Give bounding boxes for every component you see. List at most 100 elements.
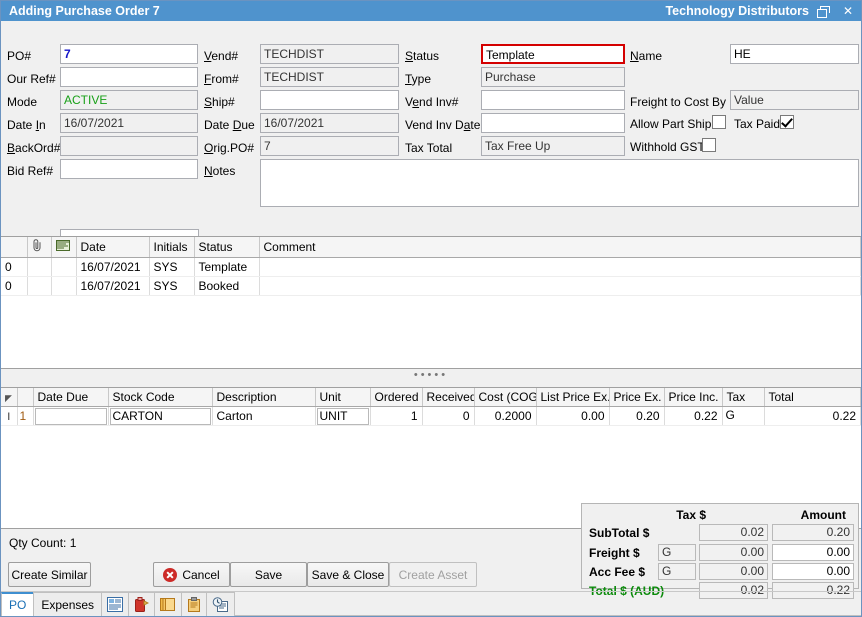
notes-textarea[interactable] — [260, 159, 859, 207]
save-and-close-button[interactable]: Save & Close — [307, 562, 389, 587]
bid-ref-label: Bid Ref# — [7, 164, 53, 178]
acc-fee-tax-value[interactable]: 0.00 — [699, 563, 768, 580]
history-col-date[interactable]: Date — [76, 237, 149, 258]
tax-total-label: Tax Total — [405, 141, 452, 155]
item-description-cell[interactable]: Carton — [212, 407, 315, 426]
history-attach[interactable] — [27, 277, 51, 296]
tax-paid-checkbox[interactable] — [780, 115, 794, 129]
items-col-list-price-ex[interactable]: List Price Ex. — [536, 388, 609, 407]
history-col-rownum[interactable] — [1, 237, 27, 258]
history-note[interactable] — [51, 258, 76, 277]
items-col-price-inc[interactable]: Price Inc. — [664, 388, 722, 407]
tab-expenses[interactable]: Expenses — [33, 592, 102, 616]
po-number-input[interactable]: 7 — [60, 44, 198, 64]
history-comment — [259, 277, 861, 296]
withhold-gst-checkbox[interactable] — [702, 138, 716, 152]
grid-splitter[interactable]: ••••• — [1, 369, 861, 381]
items-col-unit[interactable]: Unit — [315, 388, 370, 407]
freight-amount-value[interactable]: 0.00 — [772, 544, 854, 561]
item-ordered-cell[interactable]: 1 — [370, 407, 422, 426]
tab-history-clock[interactable] — [206, 592, 235, 616]
item-price-ex-cell[interactable]: 0.20 — [609, 407, 664, 426]
acc-fee-tax-code-combo[interactable]: G — [658, 563, 696, 580]
allow-part-ship-label: Allow Part Ship — [630, 117, 711, 131]
tax-total-combo[interactable]: Tax Free Up — [481, 136, 625, 156]
sort-corner-icon: ◤ — [5, 393, 12, 403]
freight-tax-value[interactable]: 0.00 — [699, 544, 768, 561]
vend-inv-input[interactable] — [481, 90, 625, 110]
type-combo[interactable]: Purchase — [481, 67, 625, 87]
tab-copy-stack[interactable] — [154, 592, 182, 616]
items-col-rownum[interactable] — [17, 388, 33, 407]
vend-input[interactable]: TECHDIST — [260, 44, 399, 64]
table-row[interactable]: 0 16/07/2021 SYS Booked — [1, 277, 861, 296]
items-col-price-ex[interactable]: Price Ex. — [609, 388, 664, 407]
vend-inv-date-combo[interactable] — [481, 113, 625, 133]
freight-to-cost-by-combo[interactable]: Value — [730, 90, 859, 110]
history-col-status[interactable]: Status — [194, 237, 259, 258]
history-col-comment[interactable]: Comment — [259, 237, 861, 258]
date-due-combo[interactable]: 16/07/2021 — [260, 113, 399, 133]
bid-ref-input[interactable] — [60, 159, 198, 179]
item-list-price-ex-cell[interactable]: 0.00 — [536, 407, 609, 426]
history-date: 16/07/2021 — [76, 277, 149, 296]
history-note[interactable] — [51, 277, 76, 296]
mode-value: ACTIVE — [60, 90, 198, 110]
history-attach[interactable] — [27, 258, 51, 277]
close-button[interactable]: ✕ — [835, 1, 861, 21]
history-col-initials[interactable]: Initials — [149, 237, 194, 258]
item-tax-cell[interactable]: G — [724, 408, 763, 425]
date-in-input[interactable]: 16/07/2021 — [60, 113, 198, 133]
tab-clipboard[interactable] — [181, 592, 207, 616]
history-clock-icon — [212, 597, 229, 612]
cancel-icon — [163, 568, 177, 582]
history-grid[interactable]: Date Initials Status Comment 0 16/07/202… — [1, 236, 861, 369]
freight-tax-code-combo[interactable]: G — [658, 544, 696, 561]
cancel-button[interactable]: Cancel — [153, 562, 230, 587]
totals-panel: Tax $ Amount SubTotal $ 0.02 0.20 Freigh… — [581, 503, 859, 589]
acc-fee-amount-value[interactable]: 0.00 — [772, 563, 854, 580]
status-combo[interactable]: Template — [481, 44, 625, 64]
table-row[interactable]: I 1 CARTON Carton UNIT 1 0 0.2000 — [1, 407, 861, 426]
window-title: Adding Purchase Order 7 — [9, 4, 160, 18]
backord-input[interactable] — [60, 136, 198, 156]
items-col-ordered[interactable]: Ordered — [370, 388, 422, 407]
item-date-due-cell[interactable] — [35, 408, 107, 425]
tab-document-preview[interactable] — [101, 592, 129, 616]
items-col-description[interactable]: Description — [212, 388, 315, 407]
notes-label: Notes — [204, 164, 235, 178]
orig-po-input[interactable]: 7 — [260, 136, 399, 156]
restore-button[interactable] — [809, 1, 835, 21]
item-unit-cell[interactable]: UNIT — [317, 408, 369, 425]
totals-tax-header: Tax $ — [676, 508, 706, 522]
table-row[interactable]: 0 16/07/2021 SYS Template — [1, 258, 861, 277]
vend-inv-date-label: Vend Inv Date — [405, 118, 480, 132]
freight-label: Freight $ — [589, 546, 640, 560]
attachment-icon[interactable] — [27, 237, 51, 258]
items-col-stock-code[interactable]: Stock Code — [108, 388, 212, 407]
create-similar-button[interactable]: Create Similar — [8, 562, 91, 587]
items-col-date-due[interactable]: Date Due — [33, 388, 108, 407]
our-ref-input[interactable] — [60, 67, 198, 87]
type-label: Type — [405, 72, 431, 86]
item-price-inc-cell[interactable]: 0.22 — [664, 407, 722, 426]
from-input[interactable]: TECHDIST — [260, 67, 399, 87]
backord-label: BackOrd# — [7, 141, 60, 155]
items-col-tax[interactable]: Tax — [722, 388, 764, 407]
items-col-total[interactable]: Total — [764, 388, 861, 407]
item-cost-cog-cell[interactable]: 0.2000 — [474, 407, 536, 426]
item-total-cell[interactable]: 0.22 — [764, 407, 861, 426]
save-button[interactable]: Save — [230, 562, 307, 587]
withhold-gst-label: Withhold GST — [630, 140, 705, 154]
items-col-received[interactable]: Received — [422, 388, 474, 407]
item-stock-code-cell[interactable]: CARTON — [110, 408, 211, 425]
tab-po[interactable]: PO — [1, 592, 34, 616]
item-received-cell[interactable]: 0 — [422, 407, 474, 426]
note-icon[interactable] — [51, 237, 76, 258]
allow-part-ship-checkbox[interactable] — [712, 115, 726, 129]
header-form: PO# Our Ref# Mode Date In BackOrd# Bid R… — [1, 21, 861, 236]
name-combo[interactable]: HE — [730, 44, 859, 64]
ship-input[interactable] — [260, 90, 399, 110]
items-col-cost-cog[interactable]: Cost (COG) — [474, 388, 536, 407]
tab-red-clipboard[interactable] — [128, 592, 155, 616]
